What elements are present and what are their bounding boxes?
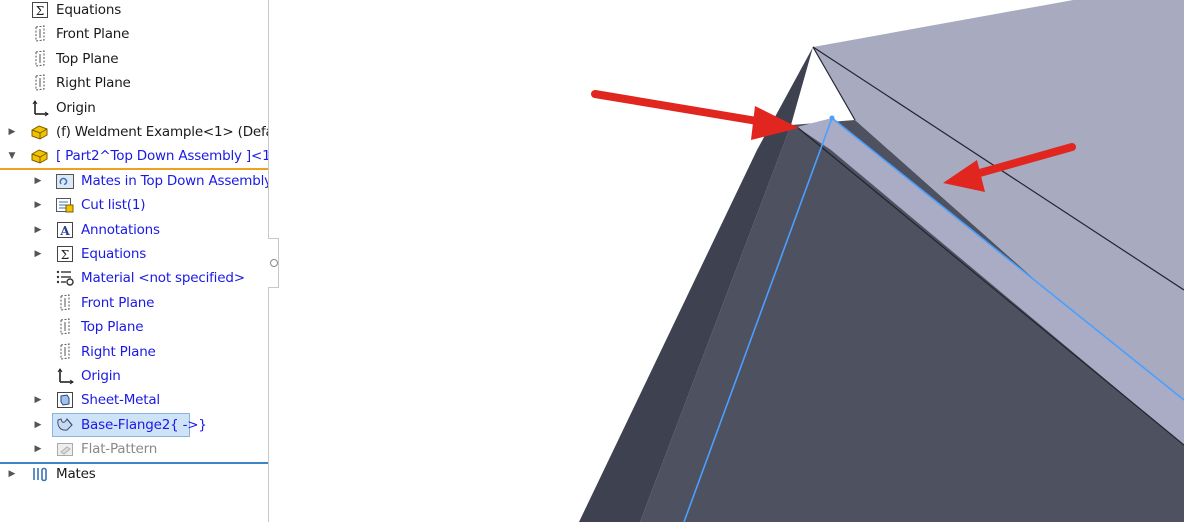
tree-item[interactable]: ▼ [ Part2^Top Down Assembly ]<1> -> (0, 144, 268, 168)
part-icon (30, 123, 50, 141)
tree-item[interactable]: ▶ Mates (0, 462, 268, 486)
tree-item[interactable]: Front Plane (0, 291, 268, 315)
tree-item-label: (f) Weldment Example<1> (Default< (56, 124, 268, 140)
svg-text:A: A (59, 224, 70, 238)
expand-toggle-icon[interactable]: ▶ (32, 169, 44, 193)
equations-icon: Σ (30, 1, 50, 19)
svg-text:Σ: Σ (61, 248, 69, 262)
tree-item-label: Front Plane (81, 294, 155, 311)
plane-icon (55, 294, 75, 312)
part-icon (30, 147, 50, 165)
feature-manager-tree: Σ Equations Front Plane Top Plane Right Plan… (0, 0, 269, 522)
tree-item-label: Material <not specified> (81, 270, 245, 287)
tree-item-label: Origin (56, 99, 96, 116)
splitter-knob-icon[interactable] (270, 259, 278, 267)
tree-item[interactable]: ▶ (f) Weldment Example<1> (Default< (0, 120, 268, 144)
tree-item-label: Origin (81, 368, 121, 384)
sheet-metal-icon (55, 391, 75, 409)
expand-toggle-icon[interactable]: ▶ (6, 462, 18, 486)
plane-icon (55, 318, 75, 336)
tree-item[interactable]: ▶ Flat-Pattern (0, 437, 268, 461)
base-flange-icon (55, 416, 75, 434)
expand-toggle-icon (32, 291, 44, 315)
expand-toggle-icon (32, 364, 44, 388)
tree-item[interactable]: Σ Equations (0, 0, 268, 22)
highlighted-vertex (829, 115, 835, 121)
tree-item-label: Equations (81, 246, 147, 262)
annotations-icon: A (55, 221, 75, 239)
tree-item-label: Annotations (81, 221, 160, 238)
plane-icon (30, 25, 50, 43)
tree-item[interactable]: Right Plane (0, 340, 268, 364)
red-arrow-left (591, 90, 799, 140)
tree-item[interactable]: Right Plane (0, 71, 268, 95)
graphics-area[interactable] (279, 0, 1184, 522)
tree-item[interactable]: ▶ Cut list(1) (0, 193, 268, 217)
expand-toggle-icon (6, 22, 18, 46)
tree-item-label: Flat-Pattern (81, 441, 158, 458)
expand-toggle-icon[interactable]: ▶ (32, 413, 44, 437)
equations-icon: Σ (55, 245, 75, 263)
expand-toggle-icon[interactable]: ▼ (6, 144, 18, 168)
material-icon (55, 269, 75, 287)
expand-toggle-icon[interactable]: ▶ (6, 120, 18, 144)
tree-item[interactable]: Top Plane (0, 315, 268, 339)
cut-list-icon (55, 196, 75, 214)
tree-item-label: Top Plane (56, 50, 119, 67)
tree-item[interactable]: Material <not specified> (0, 266, 268, 290)
tree-item-label: Base-Flange2{ ->} (81, 416, 207, 433)
origin-icon (30, 99, 50, 117)
svg-text:Σ: Σ (36, 4, 44, 18)
tree-item[interactable]: ▶ A Annotations (0, 218, 268, 242)
expand-toggle-icon[interactable]: ▶ (32, 388, 44, 412)
mates-icon (30, 465, 50, 483)
tree-item-label: Mates (56, 465, 96, 482)
tree-item-label: Right Plane (56, 75, 131, 92)
expand-toggle-icon (6, 47, 18, 71)
flat-pattern-icon (55, 440, 75, 458)
tree-item[interactable]: Front Plane (0, 22, 268, 46)
expand-toggle-icon[interactable]: ▶ (32, 218, 44, 242)
tree-item-label: Equations (56, 2, 122, 18)
tree-item[interactable]: Origin (0, 96, 268, 120)
tree-item-label: Mates in Top Down Assembly (81, 172, 269, 189)
expand-toggle-icon[interactable]: ▶ (32, 437, 44, 461)
plane-icon (55, 343, 75, 361)
expand-toggle-icon (32, 266, 44, 290)
tree-item[interactable]: ▶ Σ Equations (0, 242, 268, 266)
tree-item[interactable]: Origin (0, 364, 268, 388)
plane-icon (30, 74, 50, 92)
panel-splitter[interactable] (268, 238, 279, 288)
expand-toggle-icon (6, 0, 18, 22)
tree-item-label: Cut list(1) (81, 197, 146, 214)
expand-toggle-icon (6, 96, 18, 120)
tree-item[interactable]: Top Plane (0, 47, 268, 71)
tree-item[interactable]: ▶ Mates in Top Down Assembly (0, 169, 268, 193)
tree-item[interactable]: ▶ Base-Flange2{ ->} (0, 413, 268, 437)
mates-folder-icon (55, 172, 75, 190)
expand-toggle-icon[interactable]: ▶ (32, 242, 44, 266)
expand-toggle-icon (32, 340, 44, 364)
tree-item-label: Sheet-Metal (81, 392, 160, 409)
tree-item-label: Top Plane (81, 319, 144, 336)
plane-icon (30, 50, 50, 68)
tree-item-label: Front Plane (56, 26, 130, 43)
tree-item-label: [ Part2^Top Down Assembly ]<1> -> (56, 148, 268, 165)
expand-toggle-icon[interactable]: ▶ (32, 193, 44, 217)
tree-item[interactable]: ▶ Sheet-Metal (0, 388, 268, 412)
expand-toggle-icon (6, 71, 18, 95)
tree-item-label: Right Plane (81, 343, 156, 360)
expand-toggle-icon (32, 315, 44, 339)
origin-icon (55, 367, 75, 385)
